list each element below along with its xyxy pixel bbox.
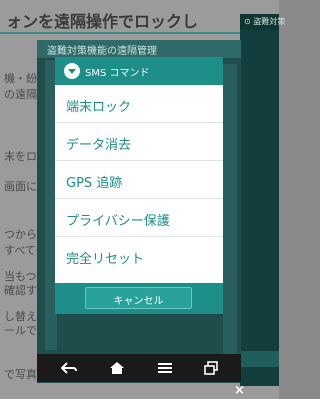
dialog-title: SMS コマンド bbox=[85, 68, 150, 79]
menu-item-label: GPS 追跡 bbox=[66, 176, 123, 191]
menu-item-privacy-protection[interactable]: プライバシー保護 bbox=[55, 201, 223, 237]
side-preview-title: ⊙ 盗難対策 bbox=[244, 17, 286, 26]
app-frame-column bbox=[223, 64, 237, 354]
menu-item-data-wipe[interactable]: データ消去 bbox=[55, 125, 223, 161]
close-icon[interactable]: × bbox=[234, 383, 245, 398]
menu-item-full-reset[interactable]: 完全リセット bbox=[55, 239, 223, 275]
dialog-footer: キャンセル bbox=[55, 283, 223, 314]
back-icon[interactable] bbox=[61, 361, 77, 375]
menu-item-gps-tracking[interactable]: GPS 追跡 bbox=[55, 163, 223, 199]
app-frame-title: 盗難対策機能の遠隔管理 bbox=[47, 46, 157, 57]
side-preview-panel: ⊙ 盗難対策 bbox=[240, 14, 285, 386]
cancel-button-label: キャンセル bbox=[113, 296, 164, 307]
chevron-down-icon bbox=[64, 63, 80, 79]
dialog-header: SMS コマンド bbox=[55, 57, 223, 85]
menu-item-label: プライバシー保護 bbox=[66, 214, 170, 229]
background-divider bbox=[0, 32, 255, 34]
navigation-bar bbox=[37, 354, 241, 382]
menu-item-label: 完全リセット bbox=[66, 252, 145, 267]
menu-item-label: 端末ロック bbox=[66, 100, 132, 115]
side-preview-header: ⊙ 盗難対策 bbox=[240, 14, 285, 30]
menu-icon[interactable] bbox=[157, 361, 173, 375]
cancel-button[interactable]: キャンセル bbox=[85, 287, 192, 309]
side-preview-button bbox=[240, 351, 279, 367]
recent-apps-icon[interactable] bbox=[203, 361, 219, 375]
background-title: ォンを遠隔操作でロックし bbox=[6, 12, 199, 31]
home-icon[interactable] bbox=[109, 361, 125, 375]
app-frame-header: 盗難対策機能の遠隔管理 bbox=[37, 40, 241, 58]
menu-item-device-lock[interactable]: 端末ロック bbox=[55, 87, 223, 123]
menu-item-label: データ消去 bbox=[66, 138, 132, 153]
sms-command-dialog: SMS コマンド 端末ロック データ消去 GPS 追跡 プライバシー保護 完全リ… bbox=[55, 57, 223, 314]
